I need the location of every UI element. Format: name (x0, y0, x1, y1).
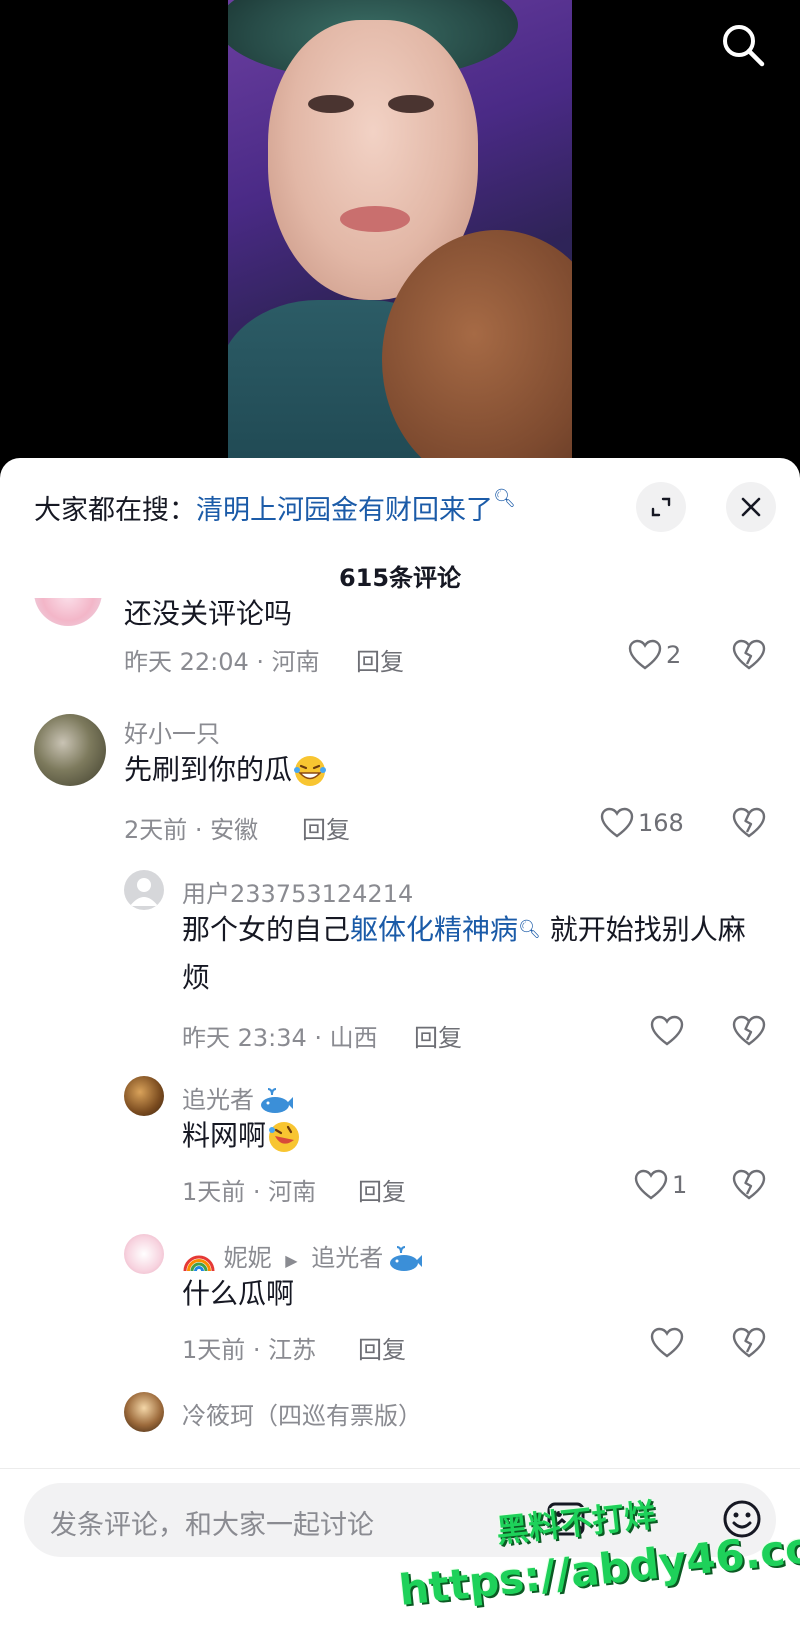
like-button[interactable]: 168 (600, 806, 684, 840)
hot-search-bar[interactable]: 大家都在搜：清明上河园金有财回来了🔍︎ (34, 488, 516, 527)
small-search-icon: 🔍︎ (518, 919, 541, 940)
hot-search-link[interactable]: 清明上河园金有财回来了 (196, 495, 493, 526)
avatar[interactable] (124, 870, 164, 910)
avatar[interactable] (34, 598, 102, 626)
comment-count: 615条评论 (338, 564, 462, 592)
search-keyword-link[interactable]: 躯体化精神病 (350, 913, 518, 946)
reply-button[interactable]: 回复 (414, 1018, 462, 1053)
comment-input-placeholder: 发条评论，和大家一起讨论 (50, 1510, 374, 1541)
comment-username[interactable]: 用户233753124214 (182, 874, 413, 909)
broken-heart-icon[interactable] (732, 1014, 766, 1048)
comment-item: 还没关评论吗 昨天 22:04 · 河南 回复 2 (0, 598, 800, 708)
reply-button[interactable]: 回复 (356, 642, 404, 677)
comment-meta: 昨天 23:34 · 山西 (182, 1024, 378, 1052)
avatar[interactable] (34, 714, 106, 786)
comment-text: 什么瓜啊 (182, 1277, 295, 1310)
reply-to-user[interactable]: 追光者 (311, 1244, 383, 1272)
video-frame (228, 0, 572, 470)
close-button[interactable] (726, 482, 776, 532)
comment-sheet: 大家都在搜：清明上河园金有财回来了🔍︎ 615条评论 还没关评论吗 昨天 22:… (0, 458, 800, 1636)
like-count: 168 (638, 809, 684, 837)
hot-search-prefix: 大家都在搜： (34, 495, 196, 526)
comment-text: 先刷到你的瓜 (124, 746, 328, 794)
reply-item: 冷筱珂（四巡有票版） (0, 1392, 800, 1444)
rainbow-icon (183, 1255, 215, 1272)
like-button[interactable] (650, 1326, 684, 1360)
comment-item: 好小一只 先刷到你的瓜 2天前 · 安徽 回复 168 (0, 714, 800, 862)
search-icon[interactable] (720, 22, 766, 68)
reply-item: 妮妮 ▶ 追光者 什么瓜啊 1天前 · 江苏 回复 (0, 1234, 800, 1374)
broken-heart-icon[interactable] (732, 806, 766, 840)
reply-button[interactable]: 回复 (358, 1330, 406, 1365)
reply-button[interactable]: 回复 (358, 1172, 406, 1207)
comment-meta: 1天前 · 河南 (182, 1178, 317, 1206)
rofl-emoji-icon (269, 1122, 300, 1152)
comment-text: 还没关评论吗 (124, 598, 293, 630)
heart-icon (600, 807, 634, 838)
comment-username[interactable]: 妮妮 ▶ 追光者 (182, 1238, 423, 1273)
broken-heart-icon[interactable] (732, 1326, 766, 1360)
reply-arrow-icon: ▶ (285, 1251, 298, 1270)
heart-icon (650, 1327, 684, 1358)
like-count: 2 (666, 641, 682, 669)
heart-icon (650, 1015, 684, 1046)
comment-text-content: 先刷到你的瓜 (124, 753, 293, 786)
video-player[interactable] (0, 0, 800, 470)
comment-username[interactable]: 好小一只 (124, 714, 220, 749)
sheet-header: 大家都在搜：清明上河园金有财回来了🔍︎ (0, 458, 800, 558)
like-button[interactable] (650, 1014, 684, 1048)
avatar[interactable] (124, 1076, 164, 1116)
comment-username[interactable]: 冷筱珂（四巡有票版） (182, 1396, 422, 1431)
reply-item: 用户233753124214 那个女的自己躯体化精神病🔍︎ 就开始找别人麻烦 昨… (0, 870, 800, 1053)
reply-item: 追光者 料网啊 1天前 · 河南 回复 1 (0, 1076, 800, 1216)
reply-button[interactable]: 回复 (302, 810, 350, 845)
heart-icon (634, 1169, 668, 1200)
comment-meta: 1天前 · 江苏 (182, 1336, 317, 1364)
avatar[interactable] (124, 1392, 164, 1432)
broken-heart-icon[interactable] (732, 1168, 766, 1202)
heart-icon (628, 639, 662, 670)
whale-badge-icon (261, 1088, 293, 1113)
comment-text: 那个女的自己躯体化精神病🔍︎ 就开始找别人麻烦 (182, 913, 746, 994)
comment-list[interactable]: 还没关评论吗 昨天 22:04 · 河南 回复 2 好小一只 先刷到你的瓜 2天… (0, 598, 800, 1444)
comment-meta: 2天前 · 安徽 (124, 816, 259, 844)
like-button[interactable]: 1 (634, 1168, 687, 1202)
comment-username[interactable]: 追光者 (182, 1080, 294, 1115)
close-icon (741, 497, 761, 517)
default-avatar-icon (130, 878, 158, 906)
like-count: 1 (672, 1171, 688, 1199)
whale-badge-icon (390, 1246, 423, 1271)
broken-heart-icon[interactable] (732, 638, 766, 672)
comment-text: 料网啊 (182, 1112, 302, 1160)
avatar[interactable] (124, 1234, 164, 1274)
small-search-icon: 🔍︎ (493, 488, 516, 509)
comment-meta: 昨天 22:04 · 河南 (124, 648, 320, 676)
laughing-emoji-icon (294, 756, 327, 786)
expand-icon (651, 497, 671, 517)
expand-button[interactable] (636, 482, 686, 532)
like-button[interactable]: 2 (628, 638, 681, 672)
